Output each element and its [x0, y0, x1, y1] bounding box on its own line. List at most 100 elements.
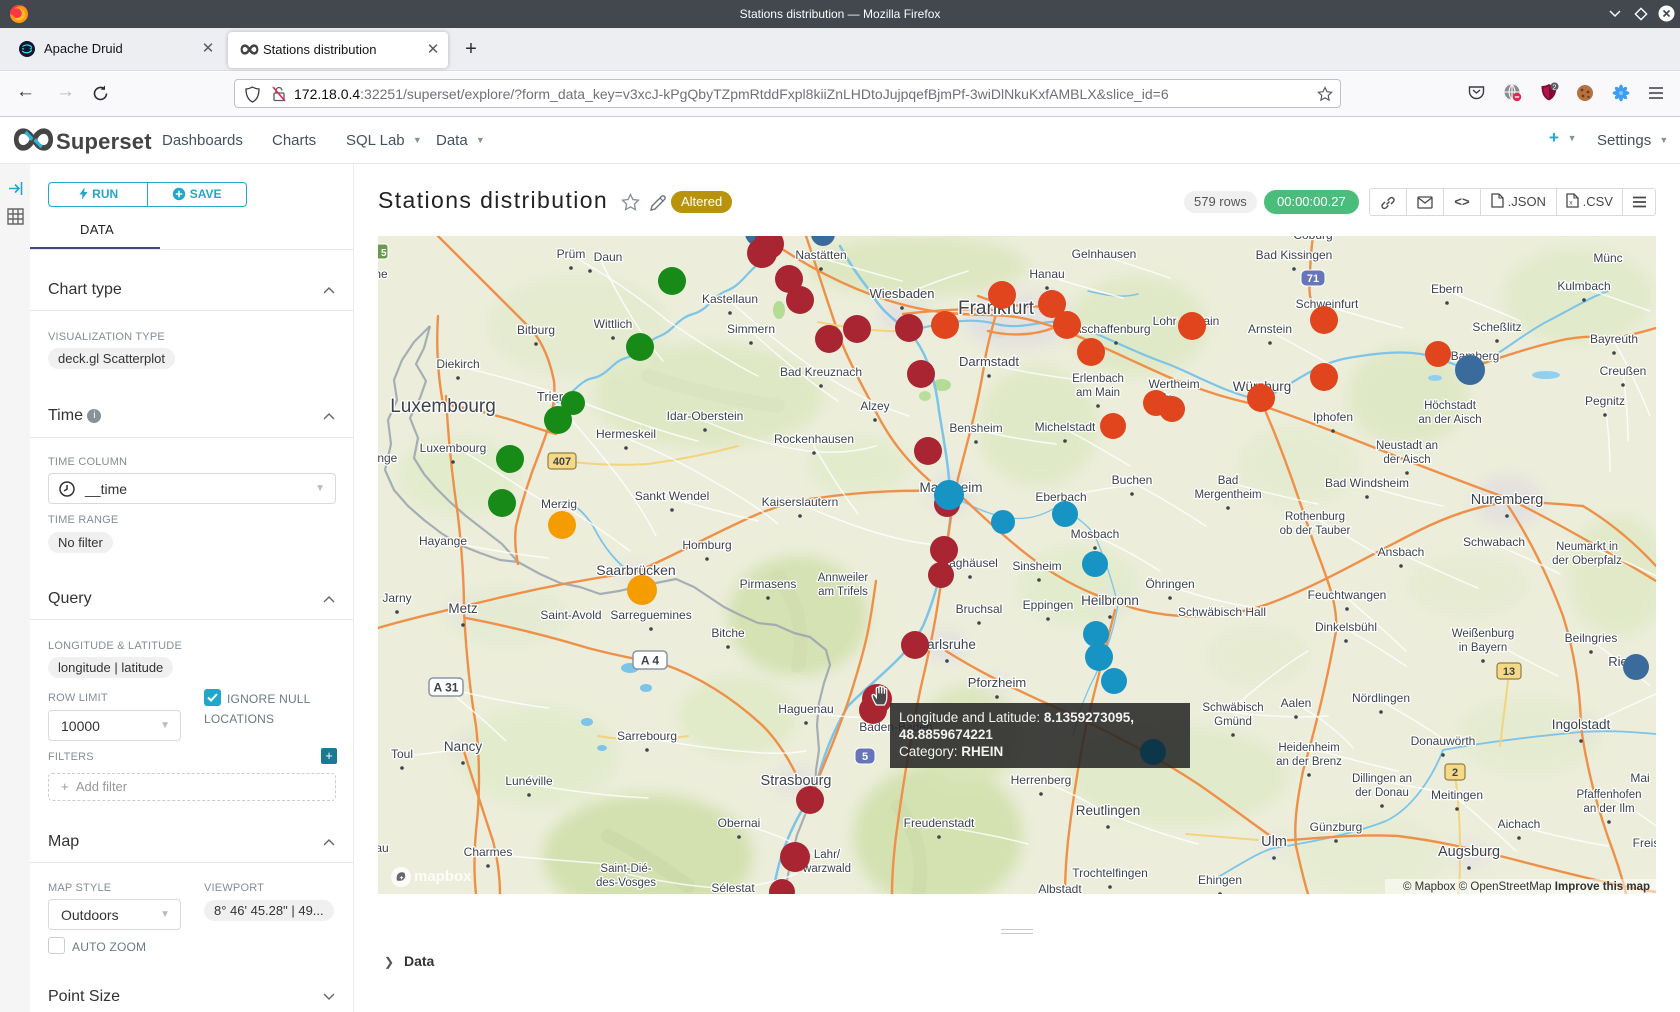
svg-text:ne: ne [378, 267, 388, 281]
svg-text:Kulmbach: Kulmbach [1557, 279, 1610, 293]
svg-text:Freis: Freis [1633, 836, 1656, 850]
svg-text:Kastellaun: Kastellaun [702, 292, 758, 306]
svg-text:Daun: Daun [594, 250, 623, 264]
svg-text:Buchen: Buchen [1112, 473, 1153, 487]
svg-text:Gelnhausen: Gelnhausen [1072, 247, 1137, 261]
svg-text:Reutlingen: Reutlingen [1076, 803, 1141, 818]
svg-text:Sinsheim: Sinsheim [1012, 559, 1061, 573]
svg-text:Aichach: Aichach [1498, 817, 1541, 831]
svg-text:Coburg: Coburg [1293, 236, 1332, 242]
svg-text:Schwabach: Schwabach [1463, 535, 1525, 549]
svg-text:Hanau: Hanau [1029, 267, 1064, 281]
svg-text:am Main: am Main [1076, 387, 1120, 399]
svg-text:am Trifels: am Trifels [818, 586, 868, 598]
svg-text:Dinkelsbühl: Dinkelsbühl [1315, 620, 1377, 634]
svg-text:Wittlich: Wittlich [594, 317, 633, 331]
svg-text:Iphofen: Iphofen [1313, 410, 1353, 424]
svg-text:Jarny: Jarny [382, 591, 411, 605]
svg-text:Sarreguemines: Sarreguemines [610, 608, 691, 622]
svg-text:Aschaffenburg: Aschaffenburg [1073, 322, 1150, 336]
svg-text:mapbox: mapbox [414, 868, 472, 885]
svg-text:Toul: Toul [391, 747, 413, 761]
svg-text:Ulm: Ulm [1261, 834, 1287, 850]
svg-text:warzwald: warzwald [802, 863, 851, 875]
svg-text:an der Ilm: an der Ilm [1583, 803, 1634, 815]
svg-text:5: 5 [381, 248, 387, 259]
svg-text:Neustadt an: Neustadt an [1376, 440, 1438, 452]
svg-text:Erlenbach: Erlenbach [1072, 373, 1124, 385]
svg-text:Bayreuth: Bayreuth [1590, 332, 1638, 346]
svg-text:Bensheim: Bensheim [949, 421, 1002, 435]
svg-text:Bitburg: Bitburg [517, 323, 555, 337]
svg-text:A 31: A 31 [434, 681, 459, 695]
svg-text:71: 71 [1307, 273, 1319, 285]
svg-text:des-Vosges: des-Vosges [596, 877, 656, 889]
svg-text:Trochtelfingen: Trochtelfingen [1072, 866, 1148, 880]
svg-text:Diekirch: Diekirch [436, 357, 479, 371]
svg-text:Longitude and Latitude: 8.1359: Longitude and Latitude: 8.1359273095, [899, 710, 1134, 725]
svg-text:Luxembourg: Luxembourg [390, 396, 496, 417]
svg-text:Obernai: Obernai [718, 816, 761, 830]
svg-text:2: 2 [1452, 767, 1458, 779]
svg-text:Annweiler: Annweiler [818, 572, 869, 584]
svg-text:Neumarkt in: Neumarkt in [1556, 541, 1618, 553]
svg-text:Ehingen: Ehingen [1198, 873, 1242, 887]
svg-text:Ingolstadt: Ingolstadt [1552, 717, 1611, 732]
svg-text:Lunéville: Lunéville [505, 774, 553, 788]
svg-text:Wiesbaden: Wiesbaden [869, 286, 934, 301]
svg-text:ange: ange [378, 451, 398, 465]
svg-text:ob der Tauber: ob der Tauber [1280, 525, 1351, 537]
svg-text:Bruchsal: Bruchsal [956, 602, 1003, 616]
svg-text:Homburg: Homburg [682, 538, 731, 552]
svg-text:Sélestat: Sélestat [711, 881, 755, 894]
svg-text:der Aisch: der Aisch [1383, 454, 1430, 466]
svg-text:Metz: Metz [448, 601, 478, 616]
svg-text:Pforzheim: Pforzheim [968, 675, 1027, 690]
svg-text:5: 5 [862, 751, 868, 763]
svg-text:Augsburg: Augsburg [1438, 844, 1500, 860]
svg-text:Hermeskeil: Hermeskeil [596, 427, 656, 441]
svg-text:Haguenau: Haguenau [778, 702, 833, 716]
svg-text:Sarrebourg: Sarrebourg [617, 729, 677, 743]
svg-text:Freudenstadt: Freudenstadt [904, 816, 975, 830]
svg-text:Höchstadt: Höchstadt [1424, 400, 1477, 412]
svg-text:der Donau: der Donau [1355, 787, 1409, 799]
svg-text:au: au [378, 841, 389, 855]
svg-text:der Oberpfalz: der Oberpfalz [1552, 555, 1622, 567]
svg-text:Heidenheim: Heidenheim [1278, 742, 1339, 754]
svg-text:Mai: Mai [1630, 771, 1649, 785]
svg-text:x: x [1569, 200, 1573, 207]
svg-text:Münc: Münc [1593, 251, 1622, 265]
svg-text:Bad: Bad [1218, 475, 1238, 487]
svg-text:Feuchtwangen: Feuchtwangen [1308, 588, 1387, 602]
svg-text:an der Brenz: an der Brenz [1276, 756, 1342, 768]
svg-text:Wertheim: Wertheim [1148, 377, 1199, 391]
svg-text:Merzig: Merzig [541, 497, 577, 511]
svg-text:Meitingen: Meitingen [1431, 788, 1483, 802]
svg-text:Bad Windsheim: Bad Windsheim [1325, 476, 1409, 490]
svg-text:Sankt Wendel: Sankt Wendel [635, 489, 710, 503]
svg-text:in Bayern: in Bayern [1459, 642, 1508, 654]
svg-text:Ansbach: Ansbach [1378, 545, 1425, 559]
svg-text:Prüm: Prüm [557, 247, 586, 261]
svg-text:A 4: A 4 [641, 654, 660, 668]
svg-text:Trier: Trier [537, 389, 564, 404]
svg-text:Bitche: Bitche [711, 626, 745, 640]
svg-text:Gmünd: Gmünd [1214, 716, 1252, 728]
svg-text:Schwäbisch: Schwäbisch [1202, 702, 1263, 714]
svg-text:Eppingen: Eppingen [1023, 598, 1074, 612]
svg-text:Alzey: Alzey [860, 399, 889, 413]
svg-text:Beilngries: Beilngries [1565, 631, 1618, 645]
svg-text:407: 407 [553, 456, 571, 468]
svg-text:Charmes: Charmes [464, 845, 513, 859]
svg-text:Simmern: Simmern [727, 322, 775, 336]
svg-text:Saarbrücken: Saarbrücken [596, 562, 675, 578]
svg-text:Scheßlitz: Scheßlitz [1472, 320, 1521, 334]
svg-text:Herrenberg: Herrenberg [1011, 773, 1072, 787]
svg-text:Saint-Avold: Saint-Avold [540, 608, 601, 622]
svg-text:Pegnitz: Pegnitz [1585, 394, 1625, 408]
svg-text:Mosbach: Mosbach [1071, 527, 1120, 541]
svg-text:Category: RHEIN: Category: RHEIN [899, 744, 1003, 759]
svg-text:Schwäbisch Hall: Schwäbisch Hall [1178, 605, 1266, 619]
svg-text:Arnstein: Arnstein [1248, 322, 1292, 336]
